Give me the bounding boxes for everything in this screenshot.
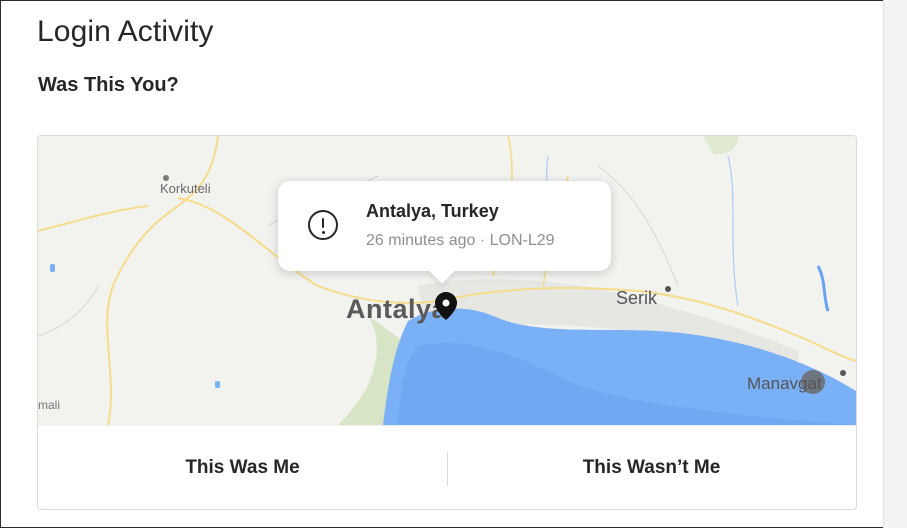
map-label-serik: Serik [616,288,658,308]
login-card: Korkuteli Antalya Serik Manavgat mali An… [37,135,857,510]
this-was-me-button[interactable]: This Was Me [38,426,447,509]
page-title: Login Activity [37,15,214,48]
map-label-partial: mali [38,398,61,412]
action-bar: This Was Me This Wasn’t Me [38,425,856,509]
map-label-manavgat: Manavgat [747,374,822,393]
this-wasnt-me-button[interactable]: This Wasn’t Me [447,426,856,509]
location-popup: Antalya, Turkey 26 minutes ago · LON-L29 [278,181,611,284]
map-label-korkuteli: Korkuteli [160,181,211,196]
location-map[interactable]: Korkuteli Antalya Serik Manavgat mali An… [38,136,856,425]
login-location: Antalya, Turkey [366,201,499,221]
login-meta: 26 minutes ago · LON-L29 [366,232,555,249]
alert-circle-icon [308,210,338,240]
map-graphic [38,136,856,425]
section-subtitle: Was This You? [38,74,179,96]
scrollbar[interactable] [883,0,907,528]
map-label-antalya: Antalya [346,294,448,324]
